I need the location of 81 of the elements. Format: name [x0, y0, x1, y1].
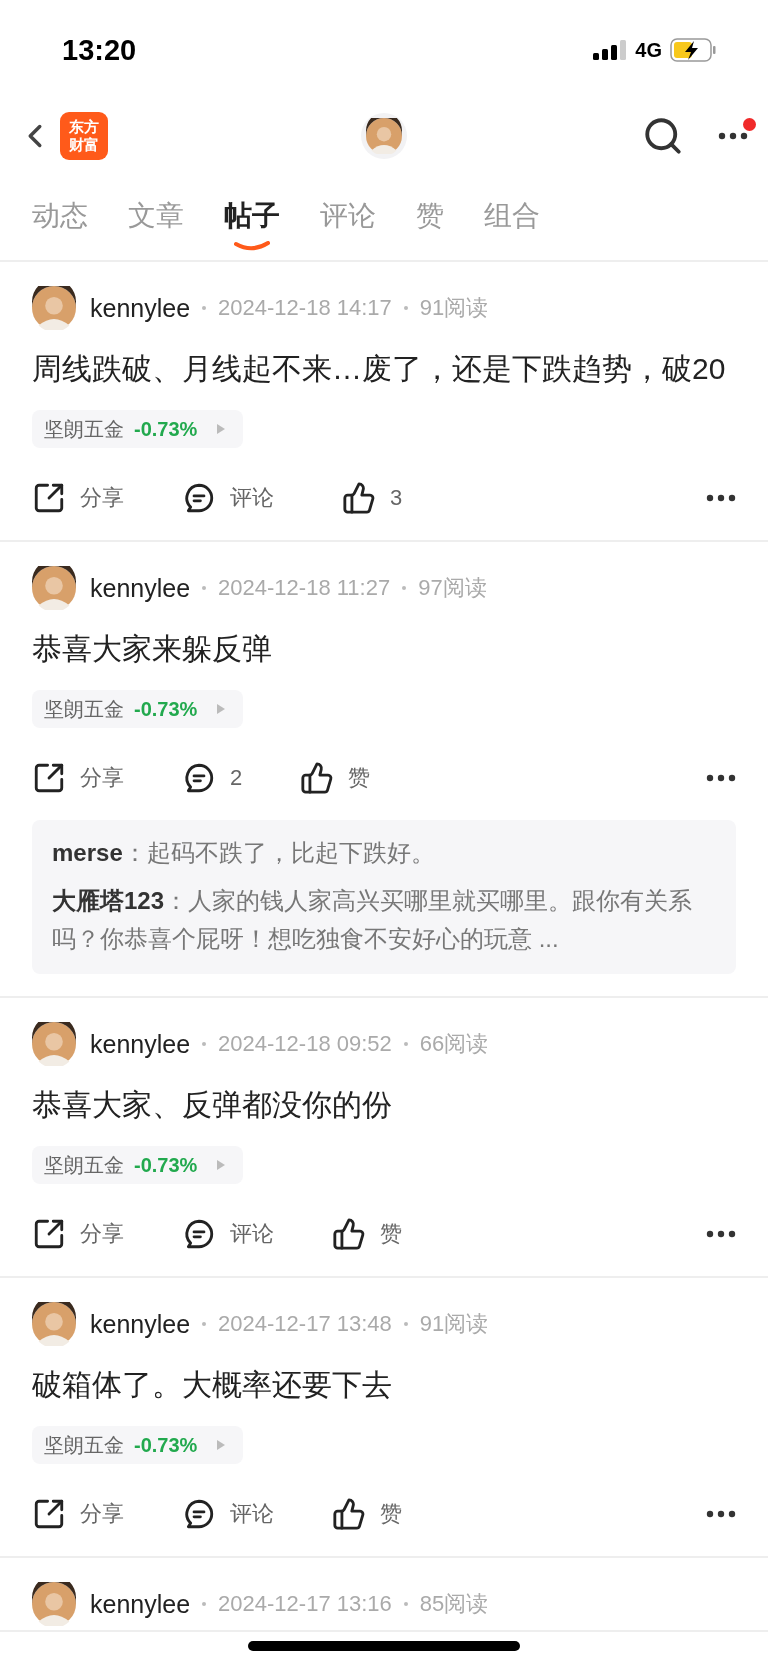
like-button[interactable]: 赞	[332, 1497, 482, 1531]
share-icon	[32, 1217, 66, 1251]
post-text[interactable]: 恭喜大家来躲反弹	[32, 624, 744, 674]
comment-text[interactable]: merse：起码不跌了，比起下跌好。	[52, 834, 716, 872]
post-text[interactable]: 周线跌破、月线起不来…废了，还是下跌趋势，破20	[32, 344, 744, 394]
search-icon[interactable]	[642, 115, 684, 157]
share-icon	[32, 1497, 66, 1531]
user-avatar	[32, 1302, 76, 1346]
share-icon	[32, 481, 66, 515]
share-button[interactable]: 分享	[32, 761, 182, 795]
app-logo: 东方 财富	[60, 112, 108, 160]
comment-text[interactable]: 大雁塔123：人家的钱人家高兴买哪里就买哪里。跟你有关系吗？你恭喜个屁呀！想吃独食不安好心的玩意 ...	[52, 882, 716, 958]
like-button[interactable]: 赞	[332, 1217, 482, 1251]
read-count: 97阅读	[418, 574, 487, 602]
comment-button[interactable]: 评论	[182, 481, 342, 515]
tab-underline	[234, 241, 270, 251]
post-date: 2024-12-17 13:16	[218, 1591, 392, 1617]
stock-name: 坚朗五金	[44, 1432, 124, 1458]
stock-name: 坚朗五金	[44, 696, 124, 722]
stock-name: 坚朗五金	[44, 416, 124, 442]
stock-change: -0.73%	[134, 697, 198, 721]
play-icon	[217, 1440, 226, 1450]
author-name[interactable]: kennylee	[90, 1309, 191, 1339]
share-button[interactable]: 分享	[32, 1217, 182, 1251]
author-name[interactable]: kennylee	[90, 1029, 191, 1059]
read-count: 91阅读	[419, 1310, 489, 1338]
stock-tag[interactable]: 坚朗五金 -0.73%	[32, 690, 244, 728]
more-button[interactable]	[706, 774, 736, 782]
status-time: 13:20	[62, 33, 137, 67]
more-button[interactable]	[706, 1230, 736, 1238]
stock-tag[interactable]: 坚朗五金 -0.73%	[32, 1146, 244, 1184]
share-button[interactable]: 分享	[32, 1497, 182, 1531]
more-button[interactable]	[706, 1510, 736, 1518]
thumbs-up-icon	[332, 1217, 366, 1251]
thumbs-up-icon	[300, 761, 334, 795]
thumbs-up-icon	[332, 1497, 366, 1531]
post-text[interactable]: 恭喜大家、反弹都没你的份	[32, 1080, 744, 1130]
like-button[interactable]: 3	[342, 481, 492, 515]
comment-button[interactable]: 评论	[182, 1497, 332, 1531]
tab[interactable]: 帖子	[224, 197, 280, 235]
more-button[interactable]	[706, 494, 736, 502]
user-avatar	[32, 286, 76, 330]
user-avatar	[32, 1022, 76, 1066]
stock-change: -0.73%	[134, 417, 198, 441]
play-icon	[217, 704, 226, 714]
author-name[interactable]: kennylee	[90, 573, 191, 603]
post-date: 2024-12-18 11:27	[218, 575, 391, 601]
post-date: 2024-12-18 14:17	[218, 295, 392, 321]
share-button[interactable]: 分享	[32, 481, 182, 515]
play-icon	[217, 424, 226, 434]
comment-button[interactable]: 2	[182, 761, 300, 795]
post-date: 2024-12-17 13:48	[218, 1311, 392, 1337]
battery-icon	[670, 38, 716, 62]
comment-button[interactable]: 评论	[182, 1217, 332, 1251]
author-name[interactable]: kennylee	[90, 1589, 191, 1619]
thumbs-up-icon	[342, 481, 376, 515]
share-icon	[32, 761, 66, 795]
profile-avatar[interactable]	[361, 113, 407, 159]
post-text[interactable]: 破箱体了。大概率还要下去	[32, 1360, 744, 1410]
stock-change: -0.73%	[134, 1153, 198, 1177]
stock-tag[interactable]: 坚朗五金 -0.73%	[32, 410, 244, 448]
network-label: 4G	[635, 38, 662, 62]
read-count: 85阅读	[419, 1590, 489, 1618]
read-count: 66阅读	[419, 1030, 489, 1058]
author-name[interactable]: kennylee	[90, 293, 191, 323]
play-icon	[217, 1160, 226, 1170]
like-button[interactable]: 赞	[300, 761, 450, 795]
read-count: 91阅读	[419, 294, 489, 322]
avatar-icon	[366, 118, 402, 154]
user-avatar	[32, 1582, 76, 1626]
stock-change: -0.73%	[134, 1433, 198, 1457]
user-avatar	[32, 566, 76, 610]
comment-icon	[182, 761, 216, 795]
signal-icon	[593, 40, 628, 60]
post-date: 2024-12-18 09:52	[218, 1031, 392, 1057]
comment-icon	[182, 1497, 216, 1531]
stock-name: 坚朗五金	[44, 1152, 124, 1178]
more-icon[interactable]	[718, 132, 748, 140]
comment-icon	[182, 1217, 216, 1251]
comment-icon	[182, 481, 216, 515]
stock-tag[interactable]: 坚朗五金 -0.73%	[32, 1426, 244, 1464]
